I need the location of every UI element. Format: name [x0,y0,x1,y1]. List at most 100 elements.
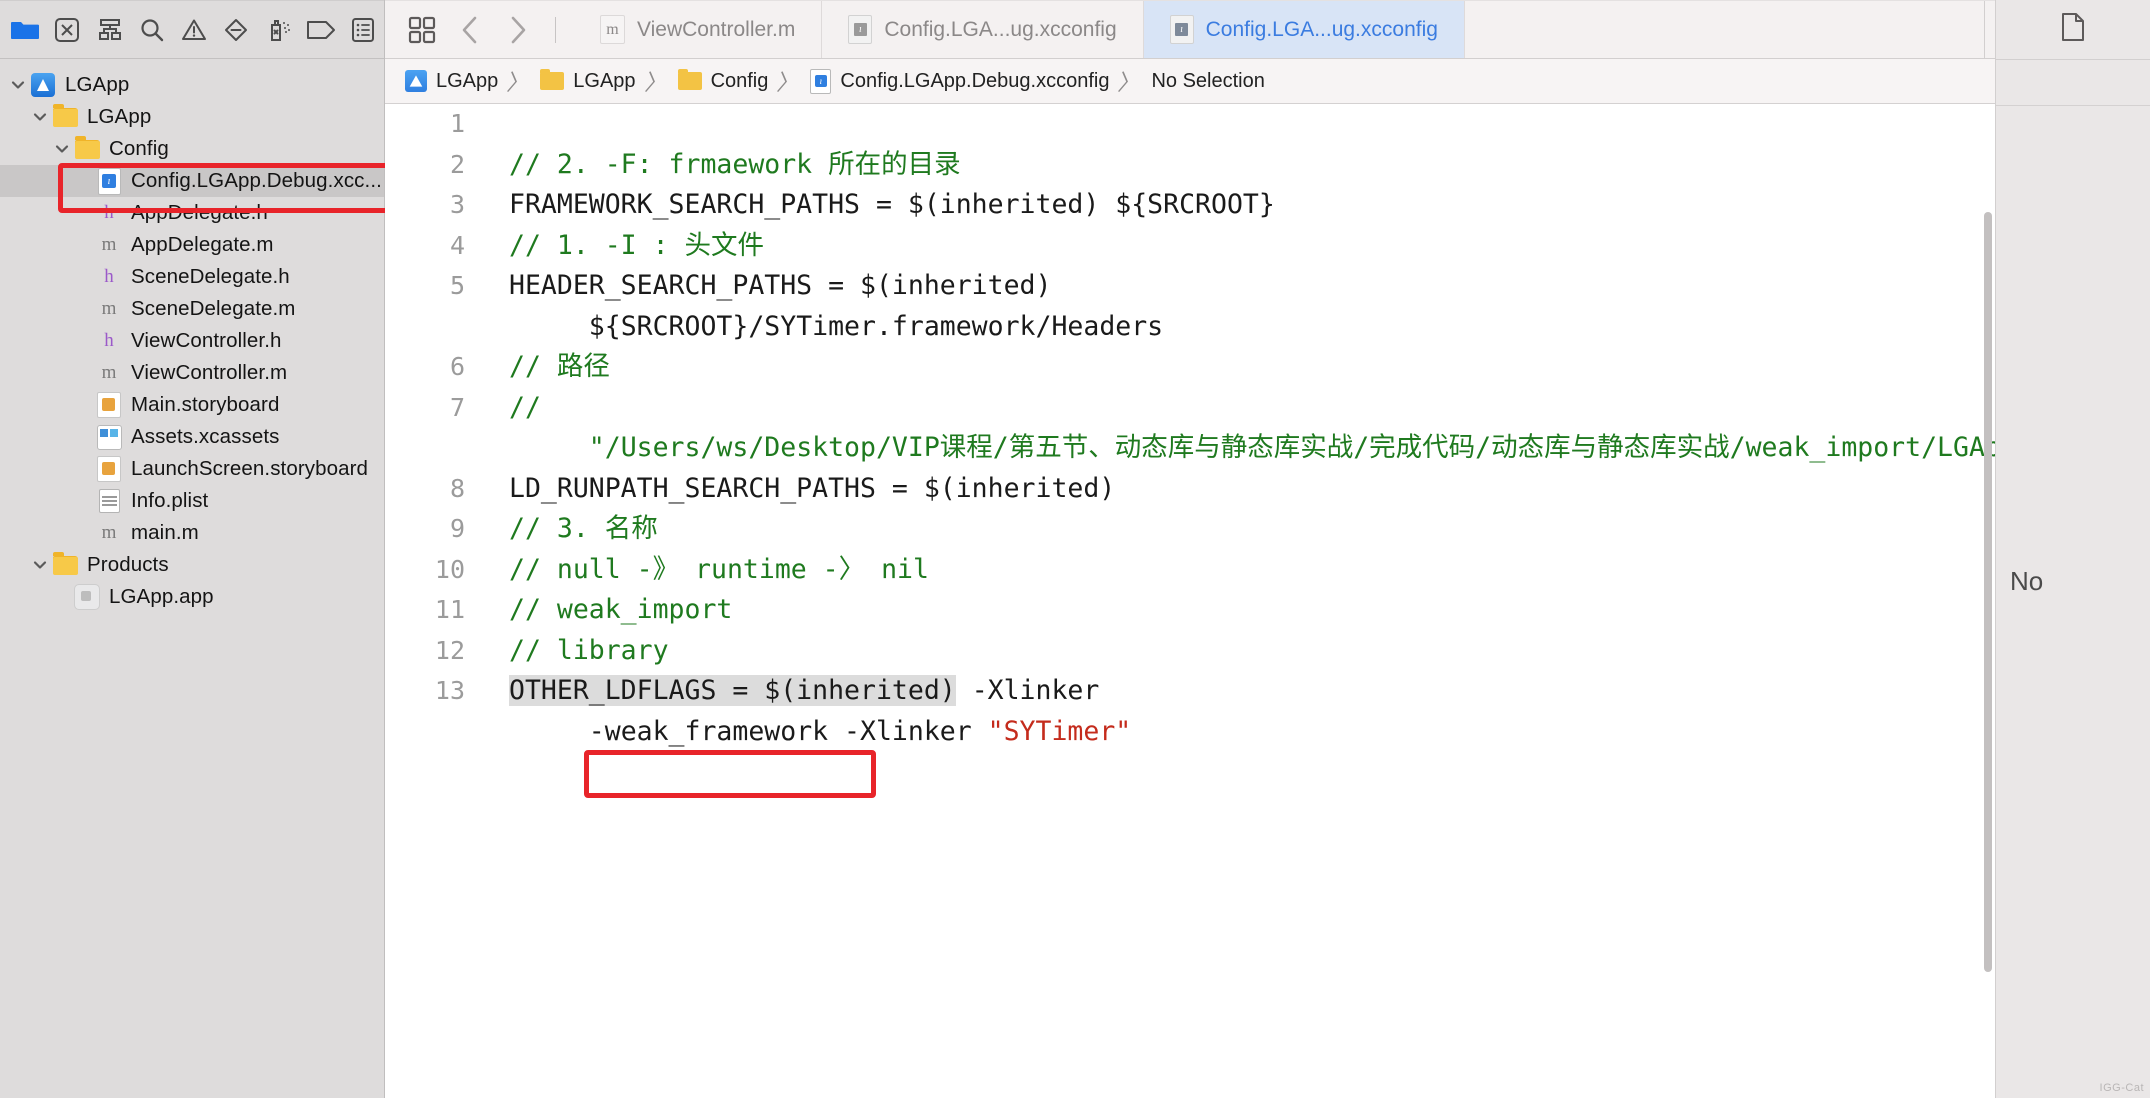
forward-chevron-icon[interactable] [495,7,541,53]
line-number: 12 [434,635,465,665]
tree-item-config-lgapp-debug-xcc[interactable]: ı Config.LGApp.Debug.xcc... [0,165,384,197]
tree-item-products[interactable]: Products [0,549,384,581]
test-diamond-icon[interactable] [215,9,257,51]
editor-tab-2[interactable]: ı Config.LGA...ug.xcconfig [822,1,1144,58]
back-chevron-icon[interactable] [447,7,493,53]
code-line[interactable]: 12 // library [385,631,2150,672]
breadcrumb-separator: 〉 [505,70,533,95]
tree-item-appdelegate-h[interactable]: h AppDelegate.h [0,197,384,229]
code-line[interactable]: 8 LD_RUNPATH_SEARCH_PATHS = $(inherited) [385,469,2150,510]
breadcrumb[interactable]: LGApp 〉 LGApp 〉 Config 〉 ı Config.LGApp.Debug.x… [385,59,2150,104]
line-number: 9 [449,514,465,543]
tree-item-assets-xcassets[interactable]: Assets.xcassets [0,421,384,453]
tree-item-label: Config [109,137,169,160]
tree-item-label: LaunchScreen.storyboard [131,457,369,480]
tree-item-lgapp[interactable]: LGApp [0,69,384,101]
line-number: 2 [449,149,465,179]
editor-tab-label: ViewController.m [637,17,796,41]
report-list-icon[interactable] [342,9,384,51]
code-line[interactable]: 10 // null -》 runtime -〉 nil [385,550,2150,591]
editor-tab-label: Config.LGA...ug.xcconfig [884,17,1117,41]
tree-item-label: SceneDelegate.h [131,265,290,288]
code-line[interactable]: 13 OTHER_LDFLAGS = $(inherited) -Xlinker … [385,671,2150,752]
line-content[interactable]: // weak_import [481,590,2150,631]
chevron-down-icon[interactable] [52,139,72,159]
hierarchy-icon[interactable] [88,9,130,51]
code-segment: // 3. 名称 [509,513,658,544]
line-content[interactable]: FRAMEWORK_SEARCH_PATHS = $(inherited) ${… [481,185,2150,226]
tree-item-lgapp-app[interactable]: LGApp.app [0,581,384,613]
editor-tab-3[interactable]: ı Config.LGA...ug.xcconfig [1143,1,1465,58]
tree-item-label: Config.LGApp.Debug.xcc... [131,169,382,192]
line-content[interactable]: // 1. -I : 头文件 [481,226,2150,267]
code-line[interactable]: 2 // 2. -F: frmaework 所在的目录 [385,145,2150,186]
tree-item-config[interactable]: Config [0,133,384,165]
breadcrumb-item-5[interactable]: No Selection [1147,70,1268,93]
tree-item-appdelegate-m[interactable]: m AppDelegate.m [0,229,384,261]
line-number: 13 [434,676,465,705]
code-line[interactable]: 3 FRAMEWORK_SEARCH_PATHS = $(inherited) $… [385,185,2150,226]
tree-item-label: LGApp.app [109,585,214,608]
breadcrumb-item-3[interactable]: Config [674,69,773,93]
debug-spray-icon[interactable] [257,9,299,51]
line-content[interactable]: // library [481,631,2150,672]
breadcrumb-item-4[interactable]: ı Config.LGApp.Debug.xcconfig [806,68,1113,94]
tree-item-info-plist[interactable]: Info.plist [0,485,384,517]
line-content[interactable]: LD_RUNPATH_SEARCH_PATHS = $(inherited) [481,469,2150,510]
tree-item-viewcontroller-h[interactable]: h ViewController.h [0,325,384,357]
tree-item-lgapp[interactable]: LGApp [0,101,384,133]
file-inspector-icon[interactable] [2060,12,2086,47]
code-line[interactable]: 7 // "/Users/ws/Desktop/VIP课程/第五节、动态库与静态库… [385,388,2150,469]
line-content[interactable]: // 路径 [481,347,2150,388]
xcode-project-icon [405,70,427,92]
line-content[interactable]: // 2. -F: frmaework 所在的目录 [481,145,2150,186]
chevron-down-icon[interactable] [30,555,50,575]
chevron-down-icon[interactable] [30,107,50,127]
line-content[interactable]: // null -》 runtime -〉 nil [481,550,2150,591]
line-number: 1 [449,109,465,138]
line-content[interactable]: OTHER_LDFLAGS = $(inherited) -Xlinker -w… [481,671,2150,752]
code-line[interactable]: 6 // 路径 [385,347,2150,388]
tree-item-viewcontroller-m[interactable]: m ViewController.m [0,357,384,389]
tree-item-main-storyboard[interactable]: Main.storyboard [0,389,384,421]
navigator-toolbar [0,0,384,59]
folder-icon[interactable] [4,9,46,51]
code-line[interactable]: 5 HEADER_SEARCH_PATHS = $(inherited) ${SR… [385,266,2150,347]
code-line[interactable]: 9 // 3. 名称 [385,509,2150,550]
navigator-file-tree[interactable]: LGApp LGApp Config ı Config.LGApp.Debug.xcc.… [0,59,384,1098]
code-lines[interactable]: 1 2// 2. -F: frmaework 所在的目录 3 FRAMEWORK_SE… [385,104,2150,1098]
code-segment: // library [509,634,669,666]
code-segment: HEADER_SEARCH_PATHS = $(inherited) ${SRC… [509,270,1164,342]
code-line[interactable]: 11 // weak_import [385,590,2150,631]
line-content[interactable]: HEADER_SEARCH_PATHS = $(inherited) ${SRC… [481,266,2150,347]
editor-tabs[interactable]: m ViewController.m ı Config.LGA...ug.xcconf… [574,1,1984,58]
breadcrumb-item-label: Config.LGApp.Debug.xcconfig [840,69,1110,92]
code-line[interactable]: 4 // 1. -I : 头文件 [385,226,2150,267]
code-line[interactable]: 1 [385,104,2150,145]
storyboard-icon [96,456,122,482]
warning-icon[interactable] [173,9,215,51]
tree-item-scenedelegate-h[interactable]: h SceneDelegate.h [0,261,384,293]
tree-item-scenedelegate-m[interactable]: m SceneDelegate.m [0,293,384,325]
breadcrumb-item-2[interactable]: LGApp [536,69,639,93]
line-content[interactable]: // "/Users/ws/Desktop/VIP课程/第五节、动态库与静态库实… [481,388,2150,469]
breadcrumb-item-1[interactable]: LGApp [401,70,502,93]
vertical-scrollbar[interactable] [1984,212,1992,972]
breakpoint-tag-icon[interactable] [300,9,342,51]
editor-tab-1[interactable]: m ViewController.m [574,1,823,58]
code-segment: // 2. -F: frmaework 所在的目录 [509,148,961,180]
grid-editor-options-icon[interactable] [399,7,445,53]
xcode-window: LGApp LGApp Config ı Config.LGApp.Debug.xcc.… [0,0,2150,1098]
line-content[interactable]: // 3. 名称 [481,509,2150,550]
inspector-header [1996,0,2150,60]
code-editor[interactable]: 1 2// 2. -F: frmaework 所在的目录 3 FRAMEWORK_SE… [385,104,2150,1098]
tree-item-main-m[interactable]: m main.m [0,517,384,549]
tab-bar-divider [555,16,556,43]
tree-item-launchscreen-storyboard[interactable]: LaunchScreen.storyboard [0,453,384,485]
chevron-down-icon[interactable] [8,75,28,95]
line-number: 3 [449,190,465,219]
search-icon[interactable] [131,9,173,51]
source-control-icon[interactable] [46,9,88,51]
tree-item-label: ViewController.m [131,361,288,384]
code-segment: LD_RUNPATH_SEARCH_PATHS = $(inherited) [509,472,1116,504]
